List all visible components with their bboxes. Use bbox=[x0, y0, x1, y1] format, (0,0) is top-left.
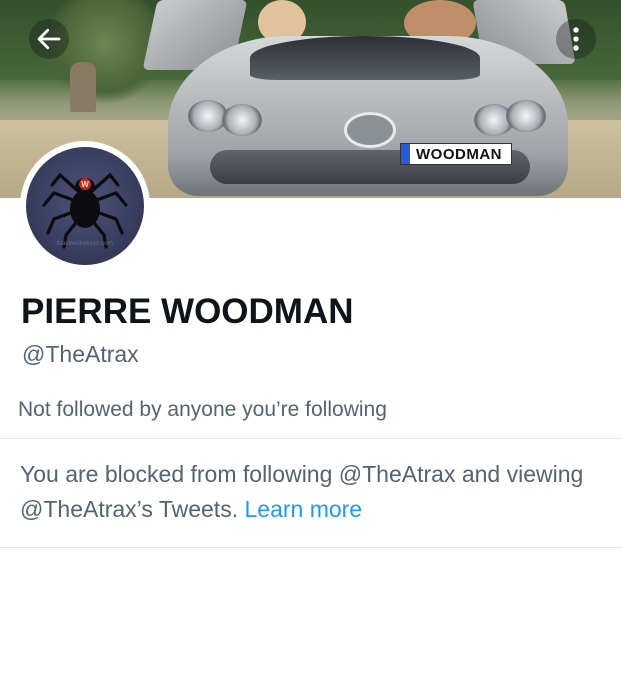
avatar[interactable]: W blackwidowxxx.com bbox=[26, 147, 144, 265]
followers-you-know: Not followed by anyone you’re following bbox=[18, 398, 387, 421]
divider bbox=[0, 438, 621, 439]
car-headlight bbox=[222, 104, 262, 136]
banner-tree bbox=[50, 0, 160, 110]
back-button[interactable] bbox=[29, 19, 69, 59]
license-plate-text: WOODMAN bbox=[416, 145, 502, 163]
license-plate: WOODMAN bbox=[400, 143, 512, 165]
car-emblem bbox=[344, 112, 396, 148]
arrow-left-icon bbox=[37, 28, 61, 50]
profile-handle: @TheAtrax bbox=[22, 341, 139, 367]
plate-eu-strip bbox=[401, 144, 410, 164]
divider bbox=[0, 547, 621, 548]
learn-more-link[interactable]: Learn more bbox=[244, 496, 362, 522]
banner-tree-trunk bbox=[70, 62, 96, 112]
more-vertical-icon bbox=[573, 27, 579, 51]
avatar-caption: blackwidowxxx.com bbox=[56, 241, 114, 247]
profile-name: PIERRE WOODMAN bbox=[21, 292, 354, 331]
car-headlight bbox=[506, 100, 546, 132]
avatar-badge-letter: W bbox=[81, 180, 89, 189]
car-windshield bbox=[250, 36, 480, 80]
profile-avatar-ring: W blackwidowxxx.com bbox=[20, 141, 150, 271]
blocked-notice: You are blocked from following @TheAtrax… bbox=[20, 457, 600, 527]
more-options-button[interactable] bbox=[556, 19, 596, 59]
